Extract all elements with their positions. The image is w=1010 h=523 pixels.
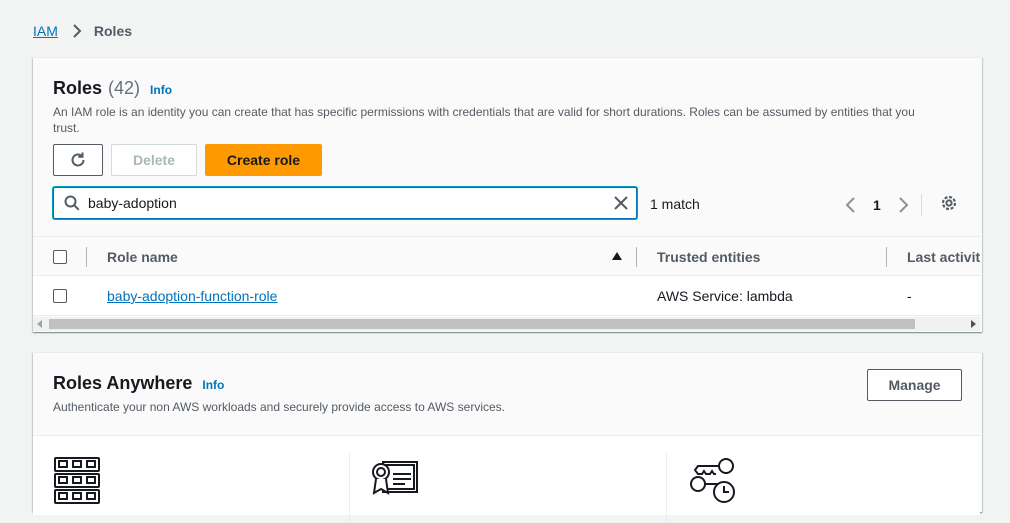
roles-anywhere-description: Authenticate your non AWS workloads and … [53,400,505,414]
delete-button[interactable]: Delete [111,144,197,176]
create-role-button[interactable]: Create role [205,144,322,176]
column-divider [86,247,87,267]
breadcrumb-current: Roles [93,23,133,39]
pagination-divider [920,194,922,216]
chevron-right-icon [72,24,82,38]
current-page[interactable]: 1 [873,197,881,213]
roles-anywhere-header: Roles Anywhere Info [53,373,224,394]
breadcrumb: IAM Roles [33,21,132,41]
roles-description-line1: An IAM role is an identity you can creat… [53,105,915,119]
roles-info-link[interactable]: Info [150,83,172,97]
table-row: baby-adoption-function-role AWS Service:… [33,276,980,316]
refresh-icon [69,151,87,169]
last-activity-cell: - [907,288,912,304]
refresh-button[interactable] [53,144,103,176]
select-all-checkbox[interactable] [53,250,67,264]
roles-anywhere-title: Roles Anywhere [53,373,193,393]
roles-anywhere-info-link[interactable]: Info [202,378,224,392]
roles-description-line2: trust. [53,121,80,135]
sort-ascending-icon[interactable] [611,251,623,261]
certificate-icon [369,458,419,498]
roles-title: Roles [53,78,103,98]
roles-count: (42) [108,78,141,98]
row-checkbox[interactable] [53,289,67,303]
chevron-right-icon[interactable] [897,197,909,213]
column-header-role-name[interactable]: Role name [107,249,178,265]
search-input[interactable] [86,194,586,212]
breadcrumb-iam-link[interactable]: IAM [33,23,58,39]
column-divider [636,247,637,267]
scroll-left-icon[interactable] [37,320,43,328]
roles-header: Roles (42) Info [53,78,172,99]
table-header: Role name Trusted entities Last activity [33,236,980,276]
match-count: 1 match [650,196,700,212]
roles-anywhere-features [33,435,980,523]
column-header-trusted-entities[interactable]: Trusted entities [657,249,760,265]
trusted-entities-cell: AWS Service: lambda [657,288,793,304]
gear-icon[interactable] [940,194,958,212]
column-divider [666,453,667,523]
column-divider [886,247,887,267]
role-name-link[interactable]: baby-adoption-function-role [107,288,277,304]
roles-anywhere-panel: Roles Anywhere Info Authenticate your no… [33,352,982,523]
search-icon [64,195,80,211]
scroll-right-icon[interactable] [970,320,976,328]
scrollbar-thumb[interactable] [49,319,915,329]
search-box [53,187,637,219]
column-divider [349,453,350,523]
roles-panel: Roles (42) Info An IAM role is an identi… [33,57,982,332]
manage-button[interactable]: Manage [867,369,962,401]
pagination: 1 [845,194,922,216]
close-icon[interactable] [612,194,630,212]
keys-clock-icon [686,456,738,506]
chevron-left-icon[interactable] [845,197,857,213]
server-rack-icon [53,456,101,506]
column-header-last-activity[interactable]: Last activity [907,249,980,265]
horizontal-scrollbar[interactable] [33,317,980,331]
